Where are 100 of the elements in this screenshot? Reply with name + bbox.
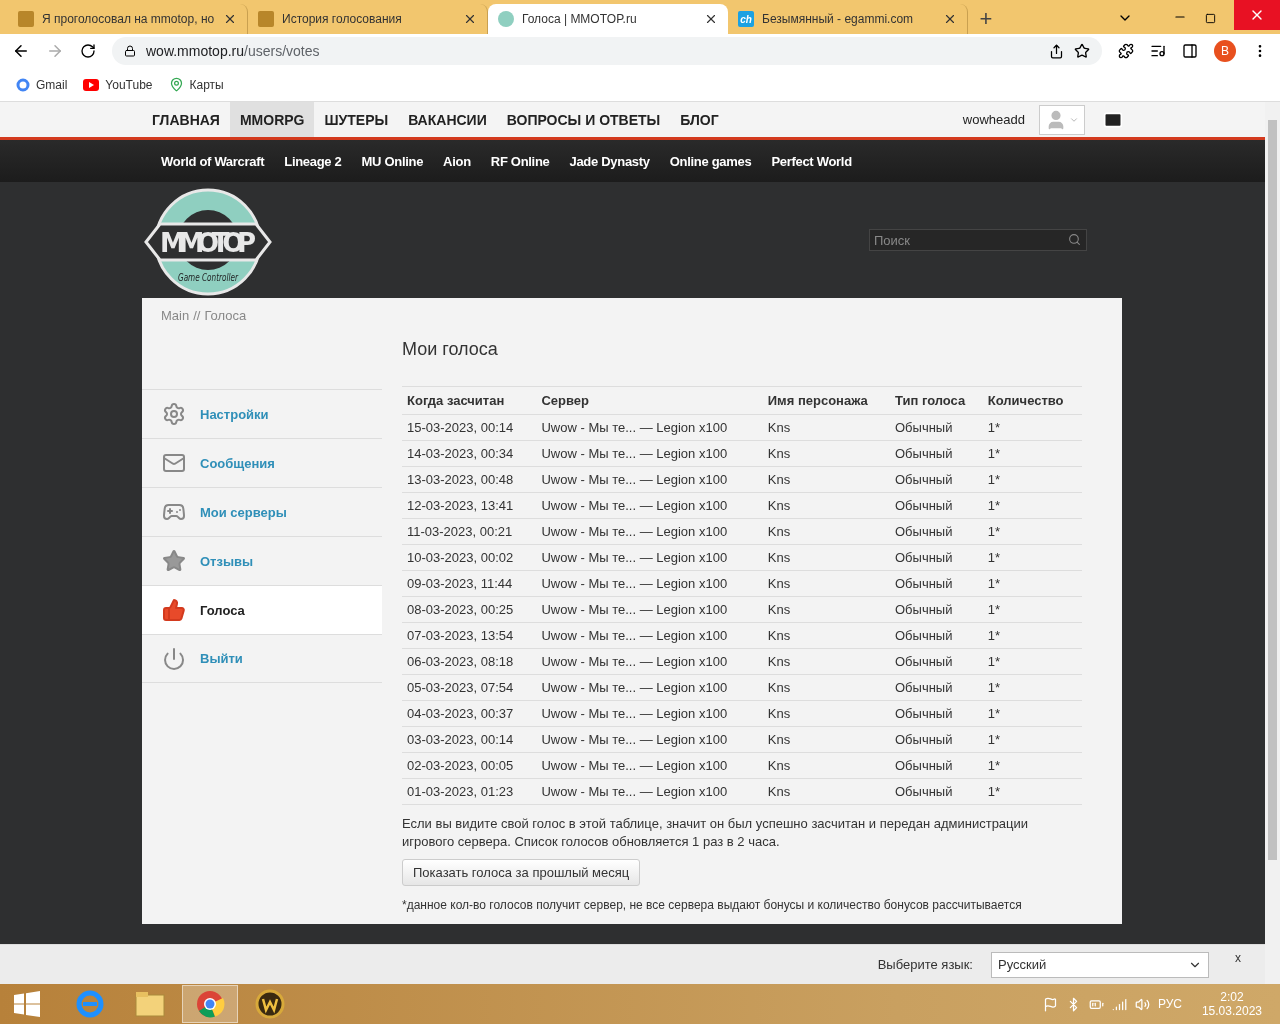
nav-link[interactable]: MMORPG — [229, 102, 315, 137]
reload-icon[interactable] — [80, 43, 96, 59]
table-cell: Uwow - Мы те... — Legion x100 — [536, 700, 763, 727]
table-cell: Kns — [762, 648, 890, 675]
table-cell: Kns — [762, 700, 890, 727]
site-favicon: ch — [738, 11, 754, 27]
profile-avatar[interactable]: B — [1214, 40, 1236, 62]
sidebar-item[interactable]: Голоса — [142, 585, 382, 634]
breadcrumb-current: Голоса — [204, 308, 247, 323]
table-cell: 03-03-2023, 00:14 — [402, 726, 537, 753]
folder-icon — [135, 991, 165, 1017]
thumbs-up-icon — [162, 598, 186, 622]
bookmark-star-icon[interactable] — [1074, 43, 1090, 59]
table-cell: 10-03-2023, 00:02 — [402, 544, 537, 571]
game-link[interactable]: World of Warcraft — [161, 153, 265, 169]
game-link[interactable]: Online games — [669, 153, 752, 169]
footnote: *данное кол-во голосов получит сервер, не все сервера выдают бонусы и количество бонусов рассчитывается — [402, 898, 1023, 912]
table-cell: Обычный — [890, 492, 983, 519]
breadcrumb-separator: // — [193, 308, 201, 323]
info-text: Если вы видите свой голос в этой таблице, значит он был успешно засчитан и передан администрации игрового сервера. Список голосов обновляется 1 раз в 2 часа. — [402, 815, 1030, 851]
column-header: Когда засчитан — [402, 386, 537, 415]
page-title: Мои голоса — [402, 339, 499, 360]
windows-logo-icon[interactable] — [14, 991, 40, 1017]
back-icon[interactable] — [12, 42, 30, 60]
side-panel-icon[interactable] — [1182, 43, 1198, 59]
table-cell: Обычный — [890, 778, 983, 805]
table-cell: Обычный — [890, 674, 983, 701]
map-pin-icon — [168, 77, 184, 92]
restore-icon[interactable] — [1205, 13, 1216, 24]
username: wowheadd — [962, 112, 1025, 127]
table-cell: 1* — [982, 570, 1082, 597]
table-cell: 05-03-2023, 07:54 — [402, 674, 537, 701]
game-link[interactable]: Jade Dynasty — [569, 153, 650, 169]
nav-link[interactable]: ГЛАВНАЯ — [142, 102, 230, 137]
table-cell: Обычный — [890, 518, 983, 545]
table-cell: Uwow - Мы те... — Legion x100 — [536, 466, 763, 493]
table-cell: Uwow - Мы те... — Legion x100 — [536, 570, 763, 597]
table-cell: Uwow - Мы те... — Legion x100 — [536, 622, 763, 649]
table-cell: Uwow - Мы те... — Legion x100 — [536, 752, 763, 779]
table-cell: Kns — [762, 726, 890, 753]
table-cell: 15-03-2023, 00:14 — [402, 414, 537, 441]
power-icon — [162, 646, 186, 671]
gear-icon — [162, 402, 186, 426]
table-cell: 1* — [982, 414, 1082, 441]
table-cell: Kns — [762, 544, 890, 571]
table-cell: Kns — [762, 674, 890, 701]
chrome-icon — [195, 989, 225, 1019]
nav-link[interactable]: ВАКАНСИИ — [398, 102, 497, 137]
table-cell: Kns — [762, 466, 890, 493]
close-icon[interactable] — [704, 12, 718, 26]
game-link[interactable]: MU Online — [361, 153, 424, 169]
media-icon[interactable] — [1150, 43, 1166, 59]
puzzle-icon[interactable] — [1118, 43, 1134, 59]
nav-link[interactable]: ВОПРОСЫ И ОТВЕТЫ — [496, 102, 671, 137]
table-cell: Kns — [762, 752, 890, 779]
bookmark-link[interactable]: YouTube — [83, 77, 153, 92]
bookmark-link[interactable]: Gmail — [16, 77, 68, 92]
game-link[interactable]: Lineage 2 — [284, 153, 342, 169]
table-cell: 11-03-2023, 00:21 — [402, 518, 537, 545]
close-button[interactable]: x — [1235, 951, 1241, 965]
show-last-month-button[interactable]: Показать голоса за прошлый месяц — [402, 859, 641, 886]
table-cell: Обычный — [890, 700, 983, 727]
table-cell: Обычный — [890, 544, 983, 571]
table-cell: Uwow - Мы те... — Legion x100 — [536, 518, 763, 545]
table-cell: Uwow - Мы те... — Legion x100 — [536, 440, 763, 467]
address-field[interactable]: wow.mmotop.ru/users/votes — [112, 37, 1102, 65]
scrollbar[interactable] — [1265, 102, 1280, 984]
table-cell: Обычный — [890, 466, 983, 493]
table-cell: 07-03-2023, 13:54 — [402, 622, 537, 649]
column-header: Количество — [982, 386, 1082, 415]
table-cell: 1* — [982, 648, 1082, 675]
share-icon[interactable] — [1049, 43, 1064, 59]
nav-link[interactable]: ШУТЕРЫ — [314, 102, 399, 137]
table-cell: Kns — [762, 414, 890, 441]
table-cell: Uwow - Мы те... — Legion x100 — [536, 648, 763, 675]
browser-tab[interactable]: Голоса | MMOTOP.ru — [488, 4, 728, 34]
game-link[interactable]: Aion — [443, 153, 471, 169]
new-tab-button[interactable]: + — [968, 4, 1004, 34]
table-cell: 01-03-2023, 01:23 — [402, 778, 537, 805]
table-cell: Обычный — [890, 648, 983, 675]
bookmark-link[interactable]: Карты — [168, 77, 224, 92]
close-icon[interactable] — [463, 12, 477, 26]
table-cell: Uwow - Мы те... — Legion x100 — [536, 544, 763, 571]
game-link[interactable]: RF Online — [490, 153, 550, 169]
close-icon[interactable] — [943, 12, 957, 26]
table-cell: 12-03-2023, 13:41 — [402, 492, 537, 519]
game-link[interactable]: Perfect World — [771, 153, 852, 169]
table-cell: Uwow - Мы те... — Legion x100 — [536, 778, 763, 805]
search-field[interactable]: Поиск — [869, 229, 1087, 251]
nav-link[interactable]: БЛОГ — [670, 102, 729, 137]
language-select[interactable]: Русский — [991, 951, 1209, 978]
table-cell: 1* — [982, 622, 1082, 649]
table-cell: Kns — [762, 778, 890, 805]
lock-icon — [124, 45, 136, 57]
column-header: Тип голоса — [890, 386, 983, 415]
table-cell: 1* — [982, 726, 1082, 753]
table-cell: 02-03-2023, 00:05 — [402, 752, 537, 779]
search-icon[interactable] — [1068, 233, 1081, 246]
close-icon[interactable] — [223, 12, 237, 26]
table-cell: Kns — [762, 492, 890, 519]
